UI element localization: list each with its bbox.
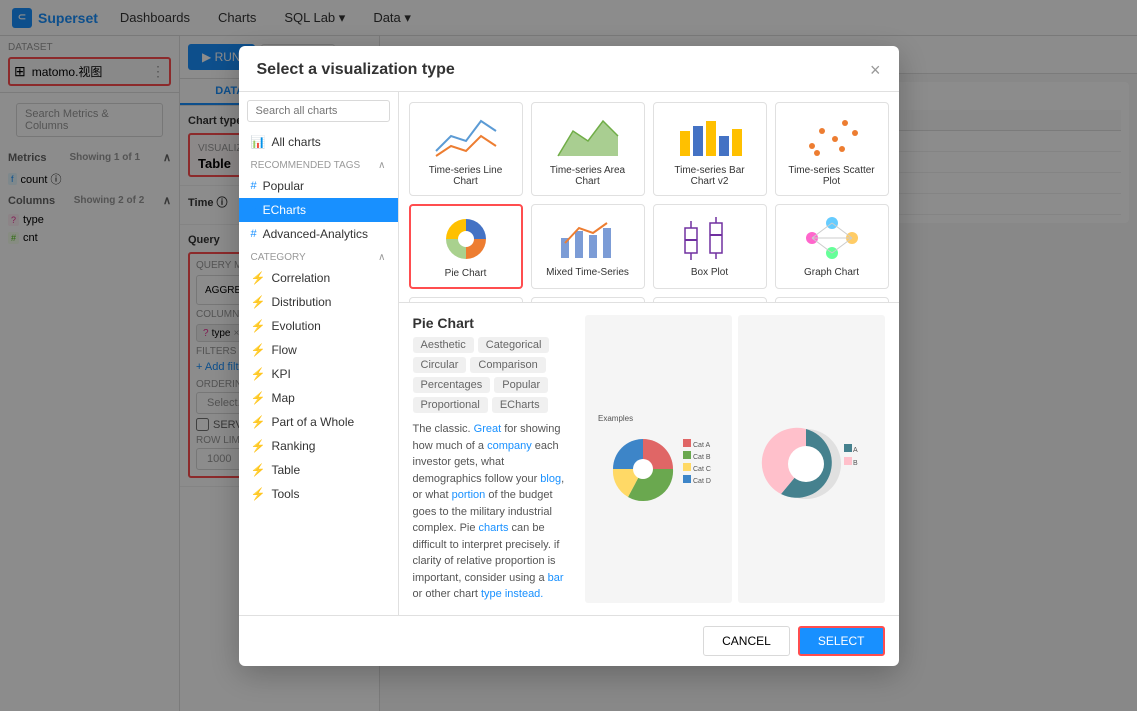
tag-echarts[interactable]: ECharts [492,397,548,413]
svg-text:Cat C: Cat C [693,466,711,473]
select-button[interactable]: SELECT [798,626,885,656]
tag-aesthetic[interactable]: Aesthetic [413,337,474,353]
chart-label-pie: Pie Chart [445,268,487,279]
tag-categorical[interactable]: Categorical [478,337,550,353]
pie-tags: Aesthetic Categorical Circular Compariso… [413,337,573,413]
chart-card-pie[interactable]: Pie Chart [409,204,523,289]
nav-flow[interactable]: ⚡Flow [239,338,398,362]
tag-proportional[interactable]: Proportional [413,397,488,413]
chart-card-area[interactable]: Time-series Area Chart [531,102,645,196]
svg-text:Cat A: Cat A [693,442,710,449]
nav-evolution[interactable]: ⚡Evolution [239,314,398,338]
chart-card-scatter[interactable]: Time-series Scatter Plot [775,102,889,196]
modal-footer: CANCEL SELECT [239,615,899,666]
pie-info: Pie Chart Aesthetic Categorical Circular… [413,315,573,603]
nav-map[interactable]: ⚡Map [239,386,398,410]
nav-partofa[interactable]: ⚡Part of a Whole [239,410,398,434]
charts-grid: Time-series Line Chart Time-series Area … [399,92,899,303]
svg-text:Cat D: Cat D [693,478,711,485]
modal-header: Select a visualization type × [239,46,899,92]
nav-ranking[interactable]: ⚡Ranking [239,434,398,458]
modal-close-button[interactable]: × [870,60,881,81]
svg-text:Examples: Examples [598,414,633,423]
svg-text:B: B [853,460,858,467]
modal-bottom: Pie Chart Aesthetic Categorical Circular… [399,302,899,615]
cancel-button[interactable]: CANCEL [703,626,790,656]
chart-card-graph[interactable]: Graph Chart [775,204,889,289]
nav-section-category: Category∧ [239,246,398,266]
viz-type-modal: Select a visualization type × 📊All chart… [239,46,899,666]
pie-examples: Examples Cat A [585,315,885,603]
chart-label-bar-v2: Time-series Bar Chart v2 [662,165,758,187]
chart-label-mixed: Mixed Time-Series [546,267,629,278]
pie-example-2: A B [738,315,885,603]
chart-label-boxplot: Box Plot [691,267,728,278]
svg-text:Cat B: Cat B [693,454,711,461]
pie-description: The classic. Great for showing how much … [413,421,573,603]
nav-table[interactable]: ⚡Table [239,458,398,482]
modal-overlay[interactable]: Select a visualization type × 📊All chart… [0,0,1137,711]
chart-card-bar-v2[interactable]: Time-series Bar Chart v2 [653,102,767,196]
svg-text:A: A [853,447,858,454]
nav-distribution[interactable]: ⚡Distribution [239,290,398,314]
nav-kpi[interactable]: ⚡KPI [239,362,398,386]
modal-right-panel: Time-series Line Chart Time-series Area … [399,92,899,615]
tag-comparison[interactable]: Comparison [470,357,545,373]
nav-advanced[interactable]: #Advanced-Analytics [239,222,398,246]
nav-popular[interactable]: #Popular [239,174,398,198]
chart-label-timeseries-line: Time-series Line Chart [418,165,514,187]
nav-tools[interactable]: ⚡Tools [239,482,398,506]
nav-echarts[interactable]: #ECharts [239,198,398,222]
modal-search-input[interactable] [247,100,390,122]
modal-title: Select a visualization type [257,61,455,79]
pie-example-1: Examples Cat A [585,315,732,603]
nav-correlation[interactable]: ⚡Correlation [239,266,398,290]
tag-circular[interactable]: Circular [413,357,467,373]
modal-left-nav: 📊All charts Recommended tags∧ #Popular #… [239,92,399,615]
pie-chart-title: Pie Chart [413,315,573,331]
chart-card-mixed[interactable]: Mixed Time-Series [531,204,645,289]
nav-section-recommended: Recommended tags∧ [239,154,398,174]
chart-label-area: Time-series Area Chart [540,165,636,187]
nav-all-charts[interactable]: 📊All charts [239,130,398,154]
chart-label-scatter: Time-series Scatter Plot [784,165,880,187]
chart-label-graph: Graph Chart [804,267,859,278]
tag-percentages[interactable]: Percentages [413,377,491,393]
tag-popular[interactable]: Popular [494,377,548,393]
chart-card-boxplot[interactable]: Box Plot [653,204,767,289]
chart-card-timeseries-line[interactable]: Time-series Line Chart [409,102,523,196]
modal-body: 📊All charts Recommended tags∧ #Popular #… [239,92,899,615]
